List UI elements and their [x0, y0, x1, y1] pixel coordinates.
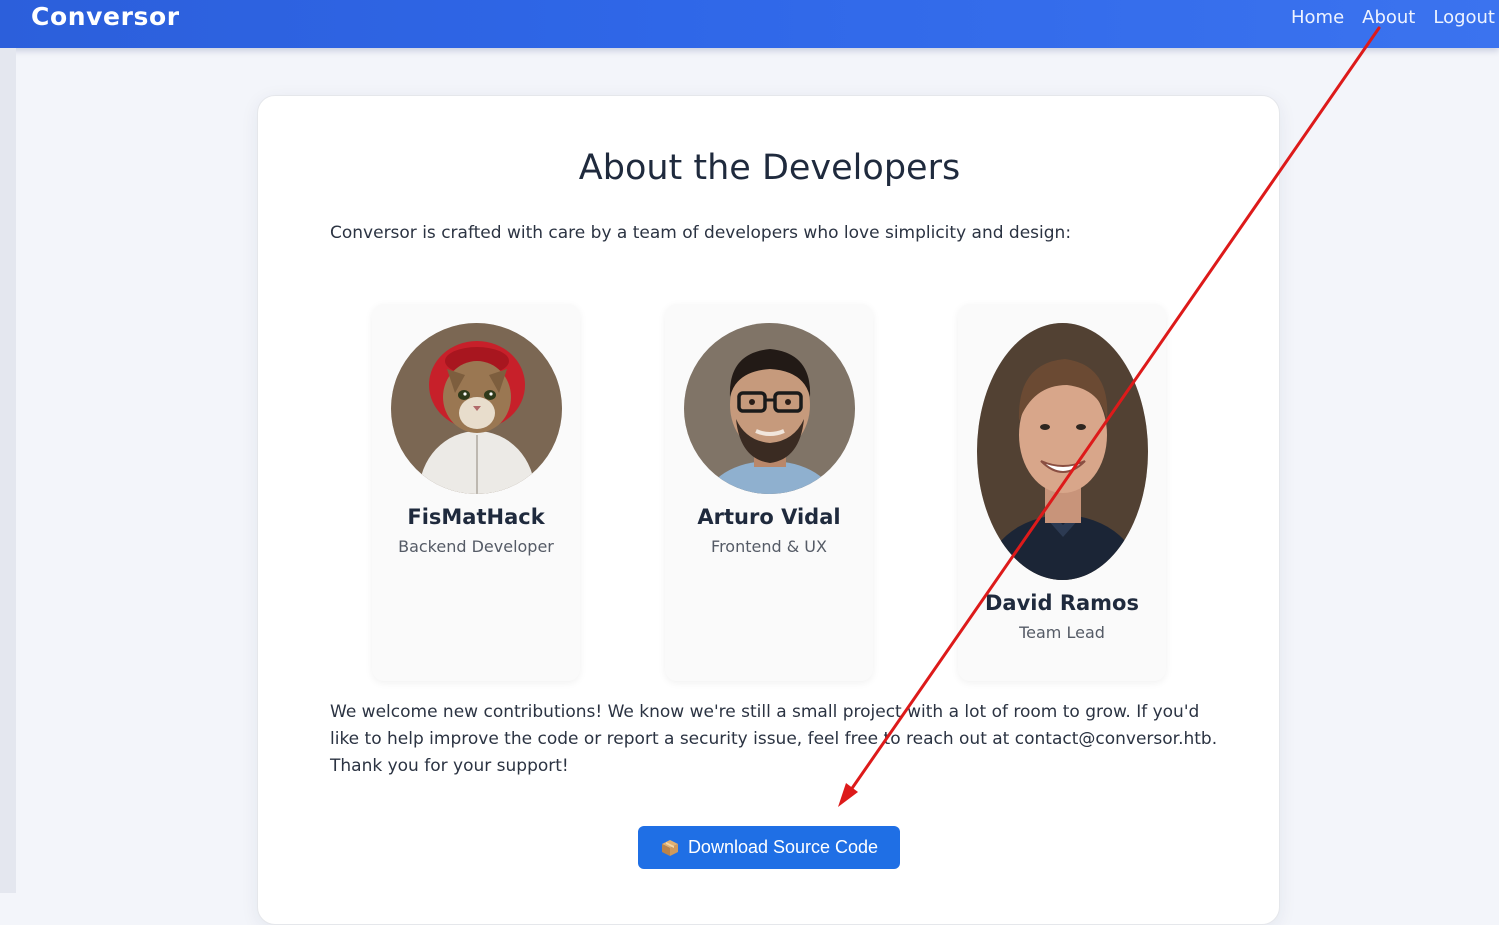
arturo-avatar	[684, 323, 855, 494]
nav-link-about[interactable]: About	[1362, 7, 1415, 28]
brand-logo[interactable]: Conversor	[31, 2, 180, 31]
nav-links: Home About Logout	[1273, 7, 1495, 28]
david-avatar	[977, 323, 1148, 580]
intro-text: Conversor is crafted with care by a team…	[330, 223, 1072, 243]
developer-card-david-ramos: David Ramos Team Lead	[958, 304, 1166, 681]
nav-link-logout[interactable]: Logout	[1433, 7, 1495, 28]
package-icon	[660, 838, 680, 858]
download-button-label: Download Source Code	[687, 837, 879, 857]
smiling-man-icon	[977, 323, 1148, 580]
developer-role: Backend Developer	[398, 537, 554, 556]
nav-link-home[interactable]: Home	[1291, 7, 1344, 28]
page-title: About the Developers	[578, 148, 961, 188]
about-card: About the Developers Conversor is crafte…	[257, 95, 1280, 925]
man-with-glasses-icon	[684, 323, 855, 494]
developer-name: Arturo Vidal	[697, 505, 841, 529]
left-sidebar-edge	[0, 48, 16, 893]
contribution-text: We welcome new contributions! We know we…	[330, 702, 1218, 776]
developer-name: David Ramos	[985, 591, 1139, 615]
developer-name: FisMatHack	[407, 505, 545, 529]
developer-role: Frontend & UX	[711, 537, 827, 556]
top-navbar: Conversor Home About Logout	[0, 0, 1499, 48]
developer-card-arturo-vidal: Arturo Vidal Frontend & UX	[665, 304, 873, 681]
download-source-code-button[interactable]: Download Source Code	[638, 826, 900, 869]
cat-avatar	[391, 323, 562, 494]
developer-role: Team Lead	[1019, 623, 1105, 642]
developer-card-fismathack: FisMatHack Backend Developer	[372, 304, 580, 681]
cat-in-red-hoodie-icon	[391, 323, 562, 494]
